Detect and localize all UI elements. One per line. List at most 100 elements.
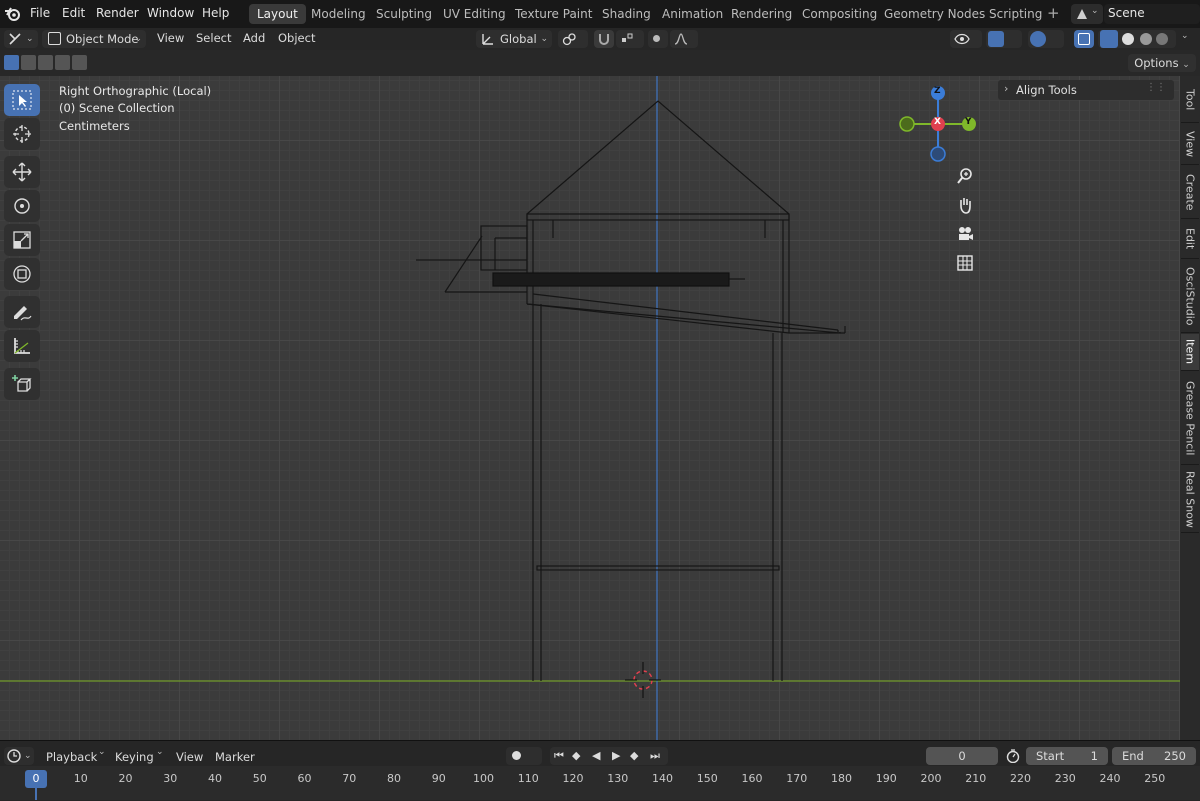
select-new-icon[interactable]: [4, 55, 19, 70]
select-invert-icon[interactable]: [55, 55, 70, 70]
pan-button[interactable]: [953, 193, 977, 217]
cursor-tool[interactable]: [4, 118, 40, 150]
falloff-dropdown[interactable]: [670, 30, 698, 48]
sidebar-tab-edit[interactable]: Edit: [1181, 220, 1199, 259]
current-frame-field[interactable]: 0: [926, 747, 998, 765]
gizmo-dropdown[interactable]: [986, 30, 1022, 48]
zoom-button[interactable]: [953, 164, 977, 188]
timeline-editor-type-button[interactable]: ⌄: [4, 747, 34, 765]
start-frame-field[interactable]: Start 1: [1026, 747, 1108, 765]
menu-select[interactable]: Select: [196, 31, 231, 45]
overlays-dropdown[interactable]: [1028, 30, 1064, 48]
prev-keyframe-icon[interactable]: ◆: [572, 747, 580, 765]
wireframe-shading-icon[interactable]: [1100, 30, 1118, 48]
tab-shading[interactable]: Shading: [594, 4, 659, 24]
chevron-down-icon[interactable]: ⌄: [1181, 31, 1189, 41]
tab-rendering[interactable]: Rendering: [723, 4, 800, 24]
play-reverse-icon[interactable]: ◀: [592, 747, 600, 765]
transform-tool[interactable]: [4, 258, 40, 290]
end-frame-value: 250: [1164, 749, 1186, 763]
menu-help[interactable]: Help: [202, 6, 229, 20]
sidebar-tab-item[interactable]: Item: [1181, 334, 1199, 371]
3d-viewport[interactable]: Z Y X Right Orthographic (Local) (0) Sce…: [0, 76, 1180, 740]
blender-logo-icon[interactable]: [4, 5, 22, 23]
gizmo-x-label: X: [934, 117, 941, 127]
gizmo-z-negative[interactable]: [930, 146, 946, 162]
align-tools-panel-header[interactable]: › Align Tools ⋮⋮: [998, 80, 1174, 100]
transform-orientation-dropdown[interactable]: Global ⌄: [476, 30, 552, 48]
menu-view[interactable]: View: [157, 31, 184, 45]
jump-end-icon[interactable]: ⏭: [650, 747, 660, 765]
scale-tool[interactable]: [4, 224, 40, 256]
sidebar-tab-real-snow[interactable]: Real Snow: [1181, 466, 1199, 533]
snap-toggle[interactable]: [594, 30, 614, 48]
sidebar-tab-view[interactable]: View: [1181, 124, 1199, 165]
pivot-icon: [562, 33, 576, 46]
tab-texture-paint[interactable]: Texture Paint: [507, 4, 600, 24]
xray-toggle[interactable]: [1074, 30, 1094, 48]
rendered-shading-icon[interactable]: [1156, 33, 1168, 45]
menu-render[interactable]: Render: [96, 6, 139, 20]
chevron-down-icon[interactable]: ⌄: [98, 747, 106, 757]
move-tool[interactable]: [4, 156, 40, 188]
material-shading-icon[interactable]: [1140, 33, 1152, 45]
editor-type-icon: [9, 33, 21, 45]
jump-start-icon[interactable]: ⏮: [554, 747, 564, 765]
select-extend-icon[interactable]: [21, 55, 36, 70]
end-frame-field[interactable]: End 250: [1112, 747, 1196, 765]
timeline-menu-keying[interactable]: Keying: [115, 750, 154, 764]
tab-geometry-nodes[interactable]: Geometry Nodes: [876, 4, 993, 24]
auto-keying-button[interactable]: [506, 747, 542, 765]
3d-cursor-icon[interactable]: [625, 662, 661, 698]
select-intersect-icon[interactable]: [72, 55, 87, 70]
tab-uv-editing[interactable]: UV Editing: [435, 4, 514, 24]
proportional-edit-toggle[interactable]: [648, 30, 668, 48]
camera-view-button[interactable]: [953, 222, 977, 246]
measure-tool[interactable]: [4, 330, 40, 362]
sidebar-tab-tool[interactable]: Tool: [1181, 78, 1199, 123]
rotate-tool[interactable]: [4, 190, 40, 222]
chevron-down-icon: ⌄: [540, 34, 548, 44]
menu-edit[interactable]: Edit: [62, 6, 85, 20]
shading-modes[interactable]: [1098, 30, 1176, 48]
add-workspace-button[interactable]: +: [1047, 4, 1060, 22]
tab-animation[interactable]: Animation: [654, 4, 731, 24]
tab-compositing[interactable]: Compositing: [794, 4, 885, 24]
perspective-toggle-button[interactable]: [953, 251, 977, 275]
menu-file[interactable]: File: [30, 6, 50, 20]
visibility-dropdown[interactable]: [950, 30, 982, 48]
wireframe-structure[interactable]: [416, 100, 846, 681]
drag-handle-icon[interactable]: ⋮⋮: [1146, 82, 1166, 93]
scene-selector-button[interactable]: ⌄: [1071, 4, 1103, 24]
timeline-menu-playback[interactable]: Playback: [46, 750, 97, 764]
menu-object[interactable]: Object: [278, 31, 315, 45]
mode-dropdown[interactable]: Object Mode ⌄: [42, 30, 146, 48]
chevron-down-icon[interactable]: ⌄: [156, 747, 164, 757]
sidebar-tab-grease-pencil[interactable]: Grease Pencil: [1181, 372, 1199, 465]
sidebar-tab-create[interactable]: Create: [1181, 166, 1199, 219]
scene-name-field[interactable]: Scene: [1104, 4, 1200, 24]
select-subtract-icon[interactable]: [38, 55, 53, 70]
next-keyframe-icon[interactable]: ◆: [630, 747, 638, 765]
editor-type-button[interactable]: ⌄: [4, 30, 38, 48]
options-button[interactable]: Options ⌄: [1128, 54, 1196, 72]
tab-scripting[interactable]: Scripting: [981, 4, 1050, 24]
tab-layout[interactable]: Layout: [249, 4, 306, 24]
stopwatch-icon[interactable]: [1006, 749, 1020, 763]
gizmo-y-negative[interactable]: [899, 116, 915, 132]
solid-shading-icon[interactable]: [1122, 33, 1134, 45]
menu-add[interactable]: Add: [243, 31, 265, 45]
menu-window[interactable]: Window: [147, 6, 194, 20]
snap-target-dropdown[interactable]: [616, 30, 644, 48]
tab-sculpting[interactable]: Sculpting: [368, 4, 440, 24]
pivot-point-dropdown[interactable]: [558, 30, 588, 48]
annotate-tool[interactable]: [4, 296, 40, 328]
add-cube-tool[interactable]: [4, 368, 40, 400]
timeline-menu-marker[interactable]: Marker: [215, 750, 255, 764]
play-icon[interactable]: ▶: [612, 747, 620, 765]
sidebar-tab-oscistudio[interactable]: OsciStudio: [1181, 260, 1199, 333]
grid-icon: [957, 255, 973, 271]
timeline-menu-view[interactable]: View: [176, 750, 203, 764]
select-box-tool[interactable]: [4, 84, 40, 116]
tab-modeling[interactable]: Modeling: [303, 4, 374, 24]
